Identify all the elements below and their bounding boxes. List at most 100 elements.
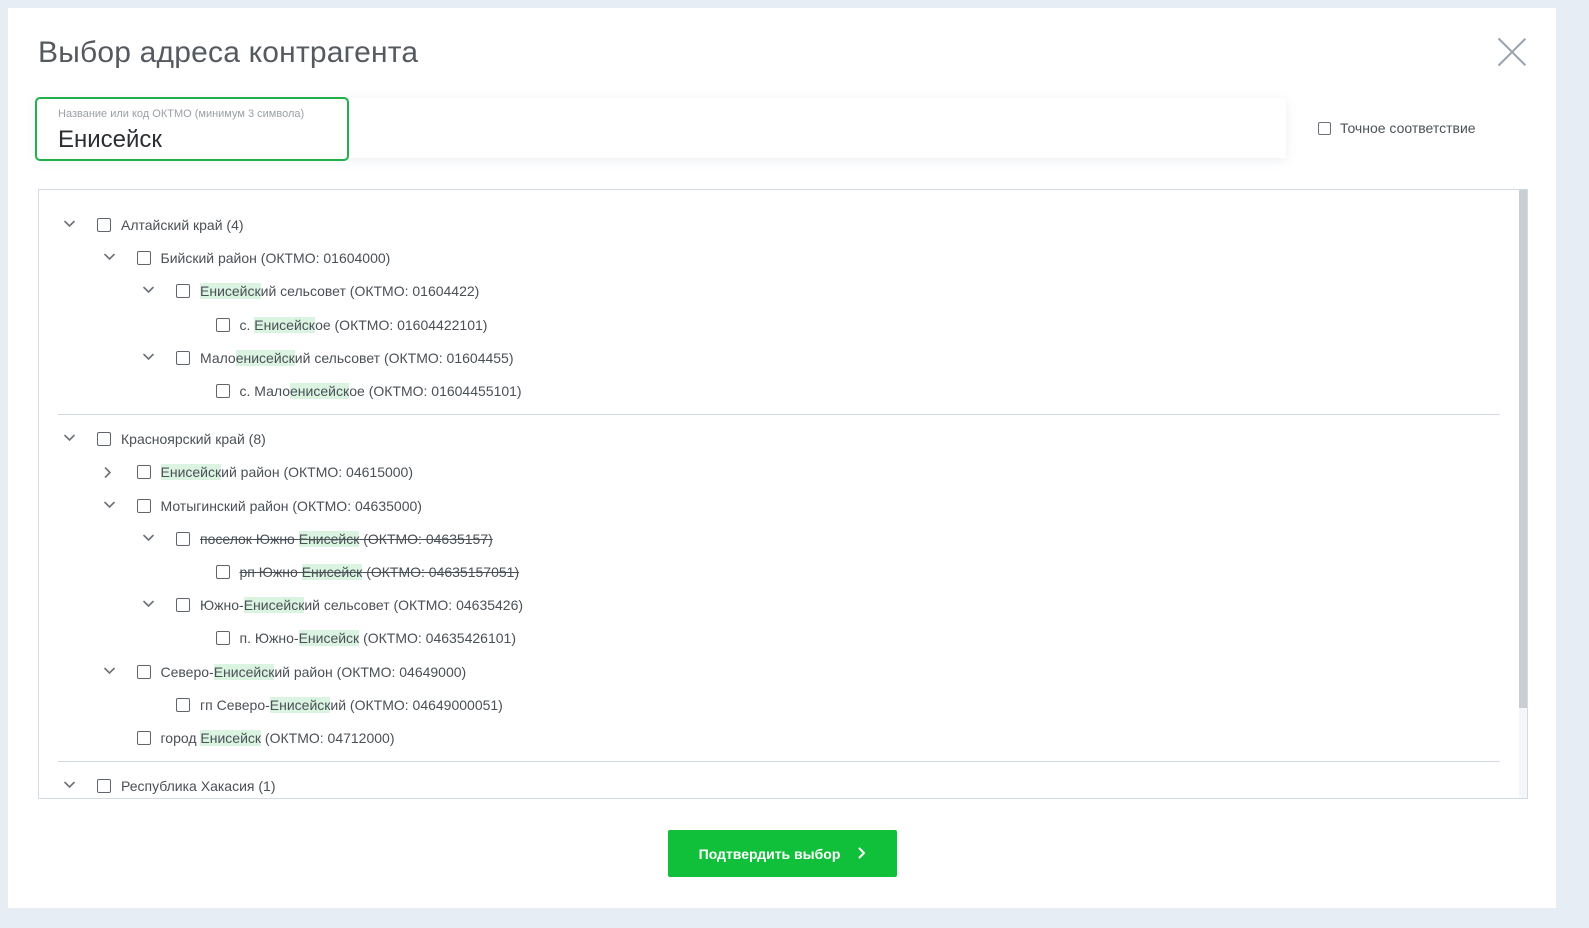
- tree-item-text: ий (ОКТМО: 04649000051): [330, 696, 503, 713]
- tree-item-checkbox[interactable]: [97, 218, 111, 232]
- tree-item-label: Енисейский сельсовет (ОКТМО: 01604422): [200, 283, 480, 300]
- chevron-down-icon[interactable]: [64, 220, 75, 230]
- checkbox-icon[interactable]: [1318, 121, 1331, 135]
- search-field[interactable]: Название или код ОКТМО (минимум 3 символ…: [35, 97, 349, 161]
- chevron-down-icon[interactable]: [143, 534, 154, 544]
- tree-item[interactable]: Енисейский район (ОКТМО: 04615000): [104, 461, 413, 483]
- tree-item-checkbox[interactable]: [215, 565, 230, 579]
- tree-item-checkbox[interactable]: [176, 284, 190, 299]
- tree-item[interactable]: Северо-Енисейский район (ОКТМО: 04649000…: [103, 661, 467, 683]
- tree-item-text: ое (ОКТМО: 01604422101): [315, 316, 488, 333]
- tree-item-label: с. Малоенисейское (ОКТМО: 01604455101): [240, 383, 522, 399]
- tree-item[interactable]: Мотыгинский район (ОКТМО: 04635000): [103, 495, 422, 517]
- scrollbar-track[interactable]: [1519, 190, 1527, 798]
- chevron-down-icon[interactable]: [64, 781, 75, 791]
- scrollbar-thumb[interactable]: [1519, 190, 1527, 708]
- tree-group-divider: [58, 414, 1500, 416]
- tree-item[interactable]: поселок Южно Енисейск (ОКТМО: 04635157): [143, 528, 493, 550]
- search-match-highlight: Енисейск: [213, 663, 275, 680]
- close-icon[interactable]: [1496, 36, 1528, 68]
- search-input[interactable]: [56, 126, 340, 154]
- search-match-highlight: Енисейск: [160, 464, 222, 481]
- tree-item[interactable]: рп Южно Енисейск (ОКТМО: 04635157051): [215, 561, 520, 583]
- tree-item-text: ое (ОКТМО: 01604455101): [349, 383, 522, 399]
- confirm-button-label: Подтвердить выбор: [698, 845, 841, 862]
- address-select-modal: Выбор адреса контрагента Название или ко…: [8, 8, 1556, 908]
- tree-item-checkbox[interactable]: [136, 465, 151, 480]
- tree-item-label: Северо-Енисейский район (ОКТМО: 04649000…: [160, 663, 467, 680]
- tree-item-text: ий район (ОКТМО: 04649000): [274, 663, 467, 680]
- search-label: Название или код ОКТМО (минимум 3 символ…: [58, 108, 305, 120]
- tree-item-text: ий район (ОКТМО: 04615000): [221, 464, 413, 481]
- tree-item-checkbox[interactable]: [215, 631, 230, 646]
- tree-item[interactable]: Красноярский край (8): [64, 428, 266, 450]
- search-match-highlight: енисейск: [235, 349, 295, 366]
- tree-item-checkbox[interactable]: [176, 531, 190, 546]
- chevron-down-icon[interactable]: [143, 600, 154, 610]
- search-match-highlight: Енисейск: [298, 530, 360, 547]
- tree-item-text: Алтайский край (4): [121, 217, 244, 233]
- search-match-highlight: Енисейск: [200, 730, 262, 746]
- tree-item-checkbox[interactable]: [176, 697, 190, 712]
- tree-item-text: Республика Хакасия (1): [121, 778, 276, 795]
- tree-item[interactable]: город Енисейск (ОКТМО: 04712000): [136, 727, 394, 749]
- tree-item-checkbox[interactable]: [215, 317, 230, 332]
- tree-item-text: Мотыгинский район (ОКТМО: 04635000): [160, 497, 422, 514]
- tree-item-checkbox[interactable]: [215, 384, 230, 398]
- tree-item-label: город Енисейск (ОКТМО: 04712000): [161, 730, 394, 746]
- tree-item-label: гп Северо-Енисейский (ОКТМО: 04649000051…: [200, 696, 503, 713]
- tree-item-text: гп Северо-: [200, 696, 270, 713]
- tree-item-checkbox[interactable]: [136, 664, 151, 679]
- chevron-down-icon[interactable]: [143, 286, 154, 296]
- tree-item[interactable]: с. Малоенисейское (ОКТМО: 01604455101): [215, 380, 522, 402]
- chevron-down-icon[interactable]: [143, 353, 154, 363]
- tree-item-text: Бийский район (ОКТМО: 01604000): [160, 250, 391, 267]
- tree-item-text: с.: [239, 316, 255, 333]
- tree-item-checkbox[interactable]: [176, 598, 190, 613]
- tree-item[interactable]: Республика Хакасия (1): [64, 775, 275, 797]
- tree-item-label: поселок Южно Енисейск (ОКТМО: 04635157): [200, 530, 493, 547]
- tree-item[interactable]: Енисейский сельсовет (ОКТМО: 01604422): [143, 280, 480, 302]
- tree-item[interactable]: Южно-Енисейский сельсовет (ОКТМО: 046354…: [143, 594, 523, 616]
- tree-item-label: Мотыгинский район (ОКТМО: 04635000): [161, 498, 422, 514]
- search-match-highlight: Енисейск: [301, 564, 363, 580]
- tree-item[interactable]: Бийский район (ОКТМО: 01604000): [103, 247, 391, 269]
- tree-item-label: Южно-Енисейский сельсовет (ОКТМО: 046354…: [200, 597, 523, 614]
- chevron-down-icon[interactable]: [64, 434, 75, 444]
- chevron-right-icon[interactable]: [104, 467, 114, 479]
- tree-item-checkbox[interactable]: [97, 779, 111, 794]
- tree-item[interactable]: с. Енисейское (ОКТМО: 01604422101): [215, 314, 488, 336]
- tree-item[interactable]: Алтайский край (4): [64, 214, 244, 236]
- tree-item-text: Северо-: [160, 663, 214, 680]
- tree-item-checkbox[interactable]: [176, 350, 190, 365]
- tree-item-label: Красноярский край (8): [121, 431, 266, 447]
- tree-item-checkbox[interactable]: [136, 731, 151, 745]
- tree-item-text: п. Южно-: [239, 630, 299, 647]
- tree-item[interactable]: гп Северо-Енисейский (ОКТМО: 04649000051…: [176, 694, 503, 716]
- tree-item-text: ий сельсовет (ОКТМО: 01604422): [260, 283, 480, 300]
- tree-item-checkbox[interactable]: [97, 432, 111, 447]
- search-match-highlight: Енисейск: [200, 283, 261, 300]
- tree-item[interactable]: Малоенисейский сельсовет (ОКТМО: 0160445…: [143, 347, 514, 369]
- tree-item[interactable]: п. Южно-Енисейск (ОКТМО: 04635426101): [215, 627, 516, 649]
- tree-item-label: Бийский район (ОКТМО: 01604000): [161, 250, 391, 266]
- search-match-highlight: Енисейск: [298, 630, 360, 647]
- tree-item-checkbox[interactable]: [136, 498, 151, 513]
- confirm-button[interactable]: Подтвердить выбор: [668, 830, 897, 877]
- tree-item-label: рп Южно Енисейск (ОКТМО: 04635157051): [240, 564, 520, 580]
- address-tree: Алтайский край (4) Бийский район (ОКТМО: …: [38, 189, 1528, 799]
- search-bar: Название или код ОКТМО (минимум 3 символ…: [35, 97, 1286, 161]
- chevron-right-icon: [858, 846, 866, 862]
- chevron-down-icon[interactable]: [103, 501, 115, 511]
- tree-item-label: Республика Хакасия (1): [121, 778, 275, 794]
- chevron-down-icon[interactable]: [103, 253, 115, 263]
- exact-match-checkbox[interactable]: Точное соответствие: [1318, 120, 1476, 136]
- tree-item-text: (ОКТМО: 04635157051): [362, 564, 520, 580]
- search-match-highlight: енисейск: [290, 383, 350, 399]
- tree-item-checkbox[interactable]: [136, 251, 151, 266]
- tree-item-label: Енисейский район (ОКТМО: 04615000): [160, 464, 413, 481]
- tree-item-label: с. Енисейское (ОКТМО: 01604422101): [239, 316, 488, 333]
- tree-item-text: Красноярский край (8): [121, 431, 266, 448]
- chevron-down-icon[interactable]: [103, 667, 115, 677]
- tree-item-text: с. Мало: [239, 383, 291, 399]
